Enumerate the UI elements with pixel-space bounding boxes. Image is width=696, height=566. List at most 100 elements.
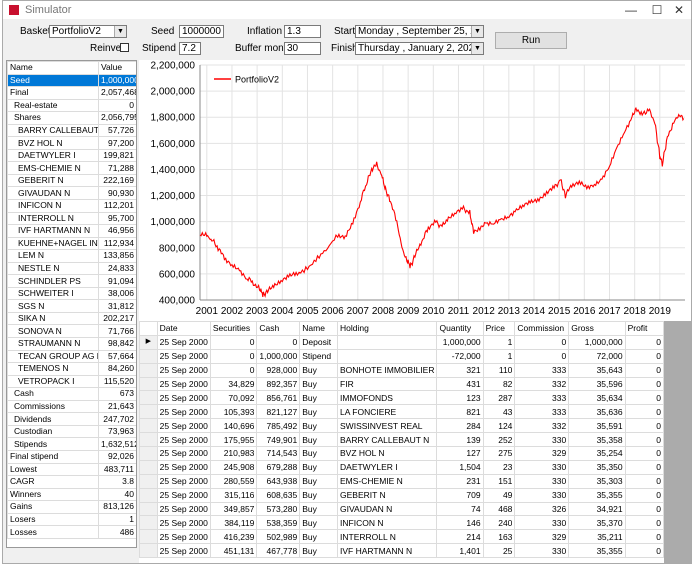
grid-cell-cash[interactable]: 608,635 [256,487,301,503]
grid-cell-cash[interactable]: 749,901 [256,432,301,448]
grid-row[interactable]: 25 Sep 2000 416,239 502,989 Buy INTERROLL N2… [139,529,664,545]
grid-cell-price[interactable]: 252 [482,432,516,448]
grid-cell-holding[interactable]: INFICON N [337,515,438,531]
grid-row-header[interactable] [139,376,158,392]
summary-row[interactable]: STRAUMANN N 98,842 [7,337,136,351]
grid-cell-price[interactable]: 163 [482,529,516,545]
grid-row[interactable]: 25 Sep 2000 34,829 892,357 Buy FIR 431 82 332 35… [139,376,664,392]
grid-cell-gross[interactable]: 34,921 [568,501,626,517]
summary-row[interactable]: SCHWEITER I 38,006 [7,286,136,301]
inflation-input[interactable]: 1.3 [284,25,321,38]
grid-cell-gross[interactable]: 35,358 [568,432,626,448]
grid-cell-holding[interactable]: BVZ HOL N [337,446,438,461]
grid-cell-profit[interactable]: 0 [624,362,664,378]
grid-cell-holding[interactable]: IVF HARTMANN N [337,543,438,559]
grid-cell-holding[interactable]: INTERROLL N [337,529,438,545]
summary-row[interactable]: EMS-CHEMIE N 71,288 [7,161,136,175]
summary-row[interactable]: BVZ HOL N 97,200 [7,136,136,150]
grid-cell-profit[interactable]: 0 [624,334,664,350]
grid-cell-price[interactable]: 240 [482,515,516,531]
grid-cell-name[interactable]: Buy [299,376,339,392]
summary-row[interactable]: SIKA N 202,217 [7,311,136,326]
grid-cell-holding[interactable]: BONHOTE IMMOBILIER [337,362,438,378]
grid-row-header[interactable] [139,515,158,531]
grid-cell-gross[interactable]: 72,000 [568,348,626,364]
grid-cell-commission[interactable]: 330 [514,432,570,448]
grid-cell-name[interactable]: Buy [299,362,339,378]
grid-header-holding[interactable]: Holding [337,321,438,336]
maximize-icon[interactable]: ☐ [645,2,669,18]
grid-cell-date[interactable]: 25 Sep 2000 [156,404,211,420]
grid-cell-price[interactable]: 110 [482,362,516,378]
grid-cell-holding[interactable]: LA FONCIERE [337,404,438,420]
grid-cell-commission[interactable]: 333 [514,362,570,378]
grid-row-header[interactable] [139,404,158,420]
grid-cell-name[interactable]: Buy [299,459,339,475]
grid-row-header[interactable] [139,459,158,475]
summary-row[interactable]: Cash 673 [7,387,136,401]
grid-row-header[interactable] [139,348,158,364]
grid-cell-cash[interactable]: 573,280 [256,501,301,517]
grid-cell-gross[interactable]: 35,643 [568,362,626,378]
grid-cell-name[interactable]: Buy [299,543,339,559]
grid-cell-gross[interactable]: 35,370 [568,515,626,531]
grid-cell-name[interactable]: Buy [299,446,339,461]
grid-cell-gross[interactable]: 35,211 [568,529,626,545]
grid-row-header[interactable] [139,473,158,489]
grid-cell-price[interactable]: 151 [482,473,516,489]
grid-cell-quantity[interactable]: 431 [436,376,484,392]
grid-row-header[interactable] [139,446,158,461]
summary-row[interactable]: TECAN GROUP AG N 57,664 [7,349,136,364]
grid-cell-date[interactable]: 25 Sep 2000 [156,543,211,559]
grid-cell-gross[interactable]: 35,254 [568,446,626,461]
grid-cell-cash[interactable]: 892,357 [256,376,301,392]
summary-row[interactable]: Commissions 21,643 [7,399,136,414]
grid-cell-holding[interactable]: BARRY CALLEBAUT N [337,432,438,448]
summary-row[interactable]: VETROPACK I 115,520 [7,374,136,389]
summary-row[interactable]: GEBERIT N 222,169 [7,173,136,188]
grid-row[interactable]: 25 Sep 2000 349,857 573,280 Buy GIVAUDAN N 74… [139,501,664,517]
grid-cell-securities[interactable]: 34,829 [209,376,258,392]
reinvest-checkbox[interactable] [120,43,129,52]
summary-row[interactable]: CAGR 3.8 [7,475,136,489]
grid-row-header[interactable] [139,432,158,448]
grid-cell-securities[interactable]: 416,239 [209,529,258,545]
grid-cell-commission[interactable]: 333 [514,390,570,406]
grid-row[interactable]: 25 Sep 2000 105,393 821,127 Buy LA FONCIERE 8… [139,404,664,420]
grid-row-header[interactable] [139,487,158,503]
grid-cell-commission[interactable]: 332 [514,418,570,434]
grid-cell-price[interactable]: 468 [482,501,516,517]
grid-header-securities[interactable]: Securities [209,321,258,336]
grid-cell-profit[interactable]: 0 [624,348,664,364]
grid-cell-name[interactable]: Deposit [299,334,339,350]
grid-cell-profit[interactable]: 0 [624,487,664,503]
summary-row[interactable]: INTERROLL N 95,700 [7,211,136,226]
grid-cell-profit[interactable]: 0 [624,473,664,489]
summary-row[interactable]: Losers 1 [7,512,136,527]
grid-cell-securities[interactable]: 140,696 [209,418,258,434]
grid-cell-profit[interactable]: 0 [624,543,664,559]
grid-cell-date[interactable]: 25 Sep 2000 [156,515,211,531]
grid-cell-date[interactable]: 25 Sep 2000 [156,473,211,489]
grid-cell-commission[interactable]: 332 [514,376,570,392]
grid-cell-commission[interactable]: 330 [514,459,570,475]
grid-row-header[interactable] [139,418,158,434]
summary-row[interactable]: GIVAUDAN N 90,930 [7,186,136,200]
grid-cell-commission[interactable]: 330 [514,473,570,489]
summary-row[interactable]: Custodian 73,963 [7,424,136,439]
grid-cell-date[interactable]: 25 Sep 2000 [156,446,211,461]
grid-cell-commission[interactable]: 326 [514,501,570,517]
grid-row[interactable]: 25 Sep 2000 315,116 608,635 Buy GEBERIT N 709… [139,487,664,503]
grid-cell-quantity[interactable]: 139 [436,432,484,448]
grid-cell-securities[interactable]: 175,955 [209,432,258,448]
grid-cell-profit[interactable]: 0 [624,529,664,545]
grid-cell-cash[interactable]: 785,492 [256,418,301,434]
grid-cell-price[interactable]: 1 [482,334,516,350]
grid-row[interactable]: ▶ 25 Sep 2000 0 0 Deposit 1,000,000 1 0 1,000,00… [139,334,664,350]
grid-cell-date[interactable]: 25 Sep 2000 [156,501,211,517]
grid-row-header[interactable] [139,501,158,517]
grid-row[interactable]: 25 Sep 2000 451,131 467,778 Buy IVF HARTMANN… [139,543,664,559]
grid-row-header[interactable] [139,390,158,406]
grid-cell-commission[interactable]: 329 [514,446,570,461]
grid-cell-price[interactable]: 287 [482,390,516,406]
